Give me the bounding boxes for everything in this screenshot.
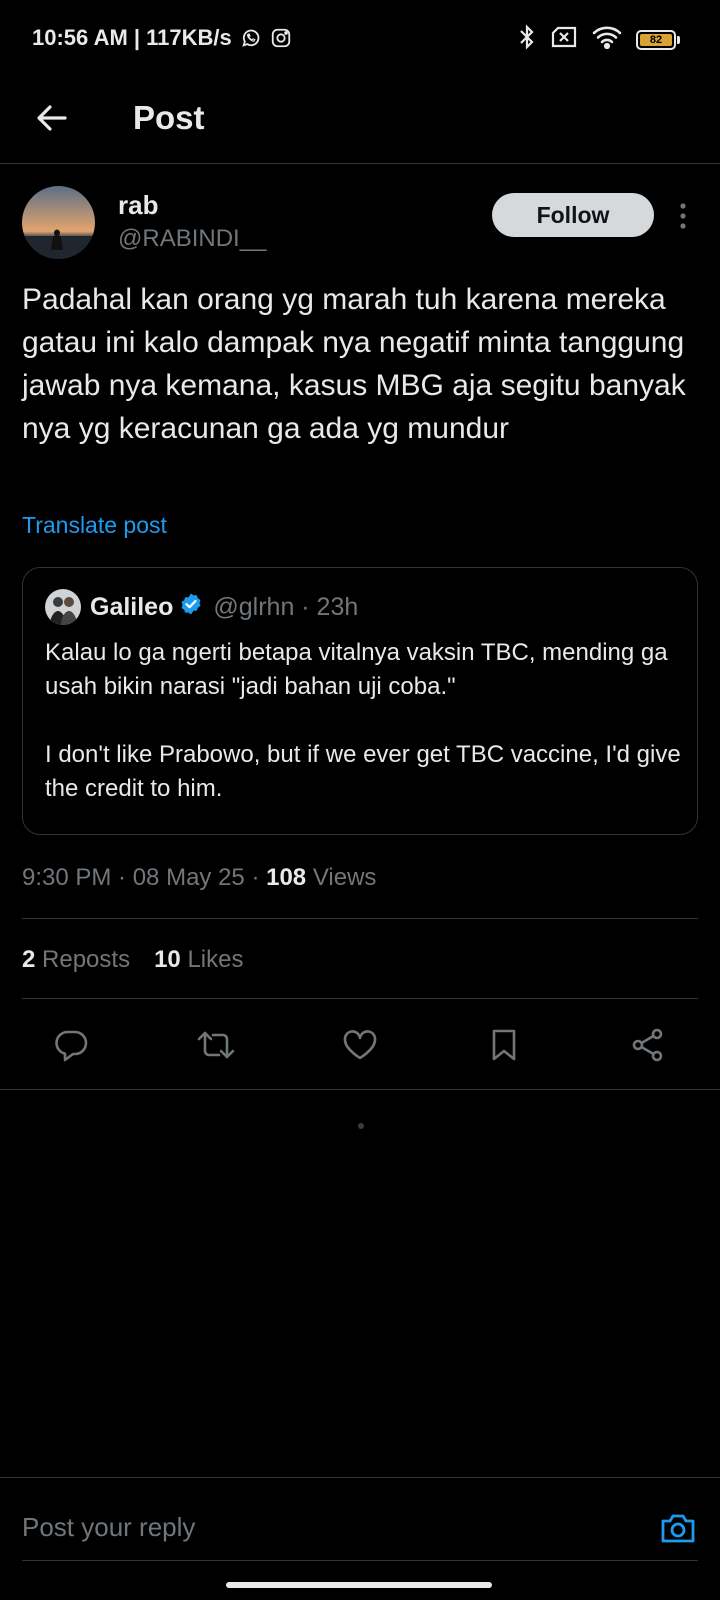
divider bbox=[22, 918, 698, 919]
quote-handle-time: @glrhn · 23h bbox=[213, 593, 359, 621]
like-heart-icon[interactable] bbox=[338, 1023, 382, 1067]
reply-input[interactable]: Post your reply bbox=[22, 1512, 195, 1543]
wifi-icon bbox=[592, 25, 622, 54]
post-stats: 2 Reposts 10 Likes bbox=[22, 946, 243, 974]
repost-icon[interactable] bbox=[194, 1023, 238, 1067]
whatsapp-icon bbox=[240, 27, 262, 49]
author-handle[interactable]: @RABINDI__ bbox=[118, 225, 266, 253]
verified-badge-icon bbox=[179, 592, 203, 623]
divider bbox=[22, 1560, 698, 1561]
instagram-icon bbox=[270, 27, 292, 49]
status-bar: 10:56 AM | 117KB/s 82 bbox=[0, 0, 720, 78]
follow-button[interactable]: Follow bbox=[492, 193, 654, 237]
battery-level: 82 bbox=[640, 33, 672, 46]
views-count: 108 bbox=[266, 864, 307, 891]
back-arrow-icon[interactable] bbox=[30, 96, 74, 140]
bluetooth-icon bbox=[518, 24, 536, 55]
quote-author-avatar bbox=[45, 589, 81, 625]
author-display-name[interactable]: rab bbox=[118, 190, 158, 221]
reposts-label: Reposts bbox=[35, 946, 131, 973]
likes-count: 10 bbox=[154, 946, 181, 973]
post-action-bar bbox=[0, 1023, 720, 1067]
battery-icon: 82 bbox=[636, 29, 680, 50]
camera-icon[interactable] bbox=[656, 1506, 700, 1550]
divider bbox=[0, 1089, 720, 1090]
loading-indicator bbox=[358, 1123, 364, 1129]
post-text: Padahal kan orang yg marah tuh karena me… bbox=[22, 283, 686, 445]
divider bbox=[0, 1477, 720, 1478]
page-title: Post bbox=[133, 99, 205, 136]
divider bbox=[22, 998, 698, 999]
share-icon[interactable] bbox=[626, 1023, 670, 1067]
bookmark-icon[interactable] bbox=[482, 1023, 526, 1067]
views-label: Views bbox=[306, 864, 377, 891]
reposts-count: 2 bbox=[22, 946, 36, 973]
likes-label: Likes bbox=[180, 946, 244, 973]
sim-x-icon bbox=[550, 26, 578, 53]
author-avatar[interactable] bbox=[22, 186, 95, 259]
reposts-stat[interactable]: 2 Reposts bbox=[22, 946, 130, 974]
post-timestamp-views: 9:30 PM · 08 May 25 · 108 Views bbox=[22, 864, 376, 892]
home-indicator[interactable] bbox=[226, 1582, 492, 1588]
post-timestamp: 9:30 PM · 08 May 25 · bbox=[22, 864, 267, 891]
translate-post-link[interactable]: Translate post bbox=[22, 512, 167, 539]
quoted-post[interactable]: Galileo @glrhn · 23h Kalau lo ga ngerti … bbox=[22, 567, 698, 835]
status-time-speed: 10:56 AM | 117KB/s bbox=[32, 25, 232, 50]
quote-text: Kalau lo ga ngerti betapa vitalnya vaksi… bbox=[45, 639, 681, 802]
quote-author-name: Galileo bbox=[90, 593, 174, 621]
reply-icon[interactable] bbox=[49, 1023, 93, 1067]
likes-stat[interactable]: 10 Likes bbox=[154, 946, 243, 974]
top-app-bar: Post bbox=[0, 78, 720, 164]
more-options-icon[interactable] bbox=[669, 200, 697, 232]
